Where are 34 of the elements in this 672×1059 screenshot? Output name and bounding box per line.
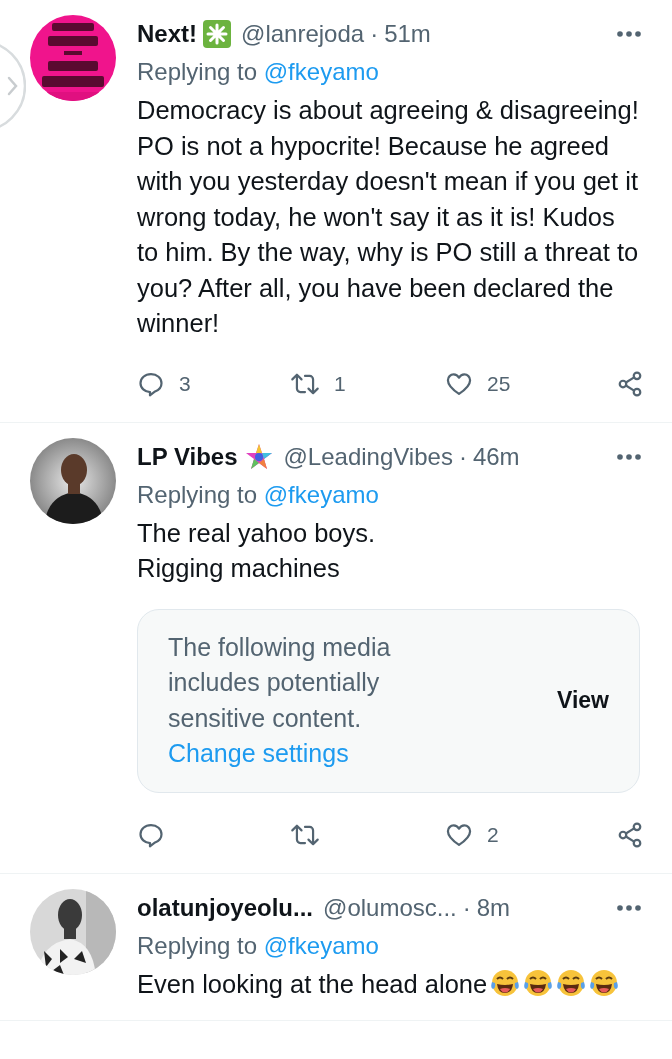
share-icon[interactable] [616, 369, 644, 398]
user-name[interactable]: olatunjoyeolu... [137, 893, 313, 922]
user-name[interactable]: Next! [137, 20, 197, 48]
timestamp: 8m [476, 893, 511, 922]
tweet-text: Democracy is about agreeing & disagreeing! PO is not a hypocrite! Because he agreed with you yesterday doesn't mean if you get it wrong today, he won't say it as it is! Kudos to him. By the way, why is PO still a threat to you? After all, you have been declared the winner! [137, 96, 639, 337]
laughing-face-icon [523, 967, 554, 998]
replying-to-text: Replying to @fkeyamo [137, 57, 380, 87]
tweet-text: Even looking at the head alone [137, 969, 488, 998]
tweet-text: The real yahoo boys. Rigging machines [137, 518, 376, 582]
laughing-face-icon [589, 967, 620, 998]
timestamp: 51m [384, 20, 431, 48]
user-handle[interactable]: @olumosc... [323, 893, 457, 922]
more-icon[interactable] [616, 903, 642, 912]
laughing-face-icon [556, 967, 587, 998]
separator-dot: · [462, 893, 471, 922]
timestamp: 46m [472, 442, 520, 471]
user-handle[interactable]: @lanrejoda [241, 20, 365, 48]
user-name[interactable]: LP Vibes [137, 442, 238, 471]
replying-to-text: Replying to @fkeyamo [137, 930, 380, 961]
share-icon[interactable] [616, 820, 644, 849]
more-icon[interactable] [616, 30, 642, 38]
count: 2 [487, 822, 499, 847]
separator-dot: · [370, 20, 379, 48]
view-button[interactable]: View [557, 683, 609, 718]
count: 3 [179, 371, 191, 396]
count: 1 [334, 371, 346, 396]
laughing-face-icon [490, 967, 521, 998]
separator-dot: · [458, 442, 467, 471]
replying-to-text: Replying to @fkeyamo [137, 479, 380, 510]
user-handle[interactable]: @LeadingVibes [283, 442, 453, 471]
more-icon[interactable] [616, 452, 642, 461]
sparkle-icon [203, 20, 231, 48]
warning-text: The following media includes potentially sensitive content. Change settings [168, 631, 392, 769]
count: 25 [487, 371, 511, 396]
